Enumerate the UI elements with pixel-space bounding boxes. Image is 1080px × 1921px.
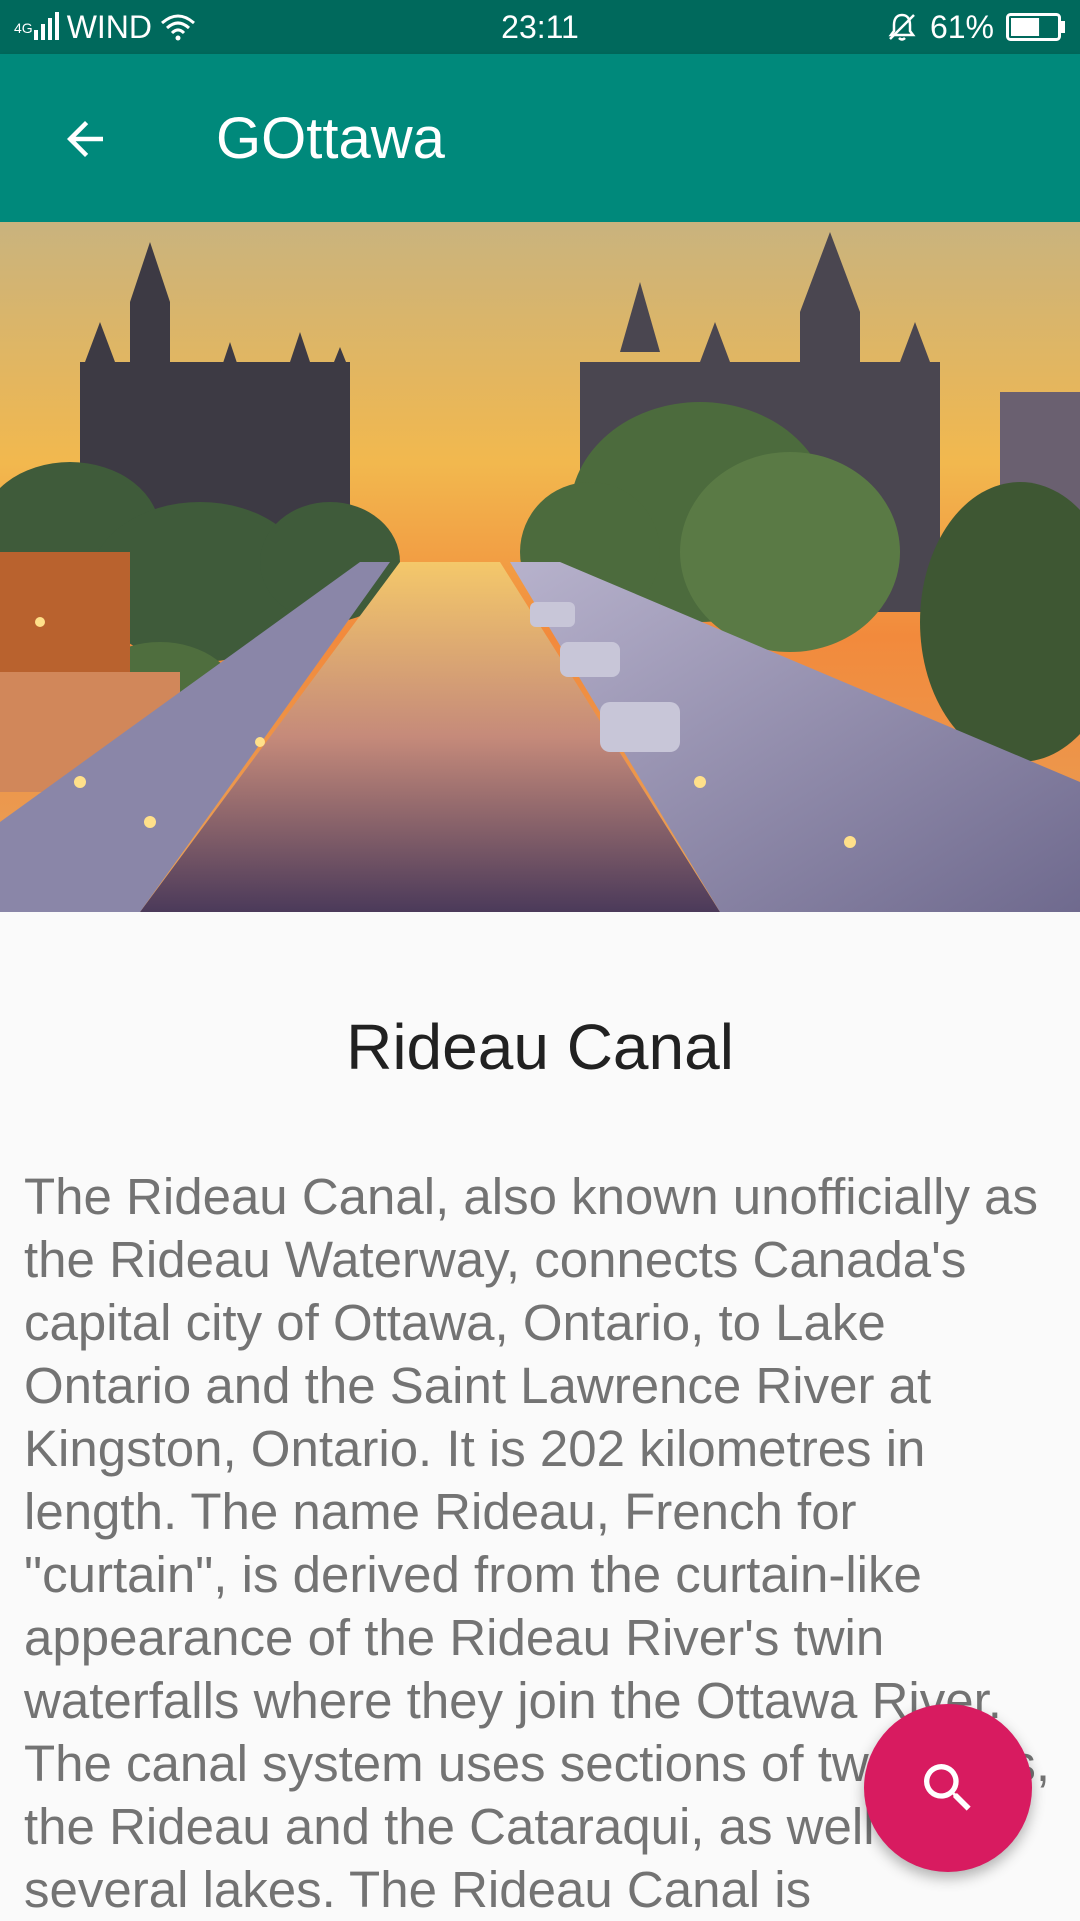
back-button[interactable] (40, 94, 130, 184)
search-fab[interactable] (864, 1704, 1032, 1872)
battery-percent: 61% (929, 8, 994, 45)
app-bar: GOttawa (0, 54, 1080, 222)
hero-image (0, 222, 1080, 912)
search-icon[interactable] (916, 1756, 980, 1820)
rideau-canal-photo (0, 222, 1080, 912)
status-bar: 4G WIND 23:11 61% (0, 0, 1080, 54)
app-title: GOttawa (216, 105, 445, 171)
battery-icon (1006, 13, 1065, 41)
bell-muted-icon (888, 13, 916, 41)
place-title: Rideau Canal (346, 1011, 734, 1083)
clock: 23:11 (501, 8, 579, 45)
status-right: 61% (886, 0, 1066, 54)
arrow-left-icon[interactable] (58, 112, 112, 166)
